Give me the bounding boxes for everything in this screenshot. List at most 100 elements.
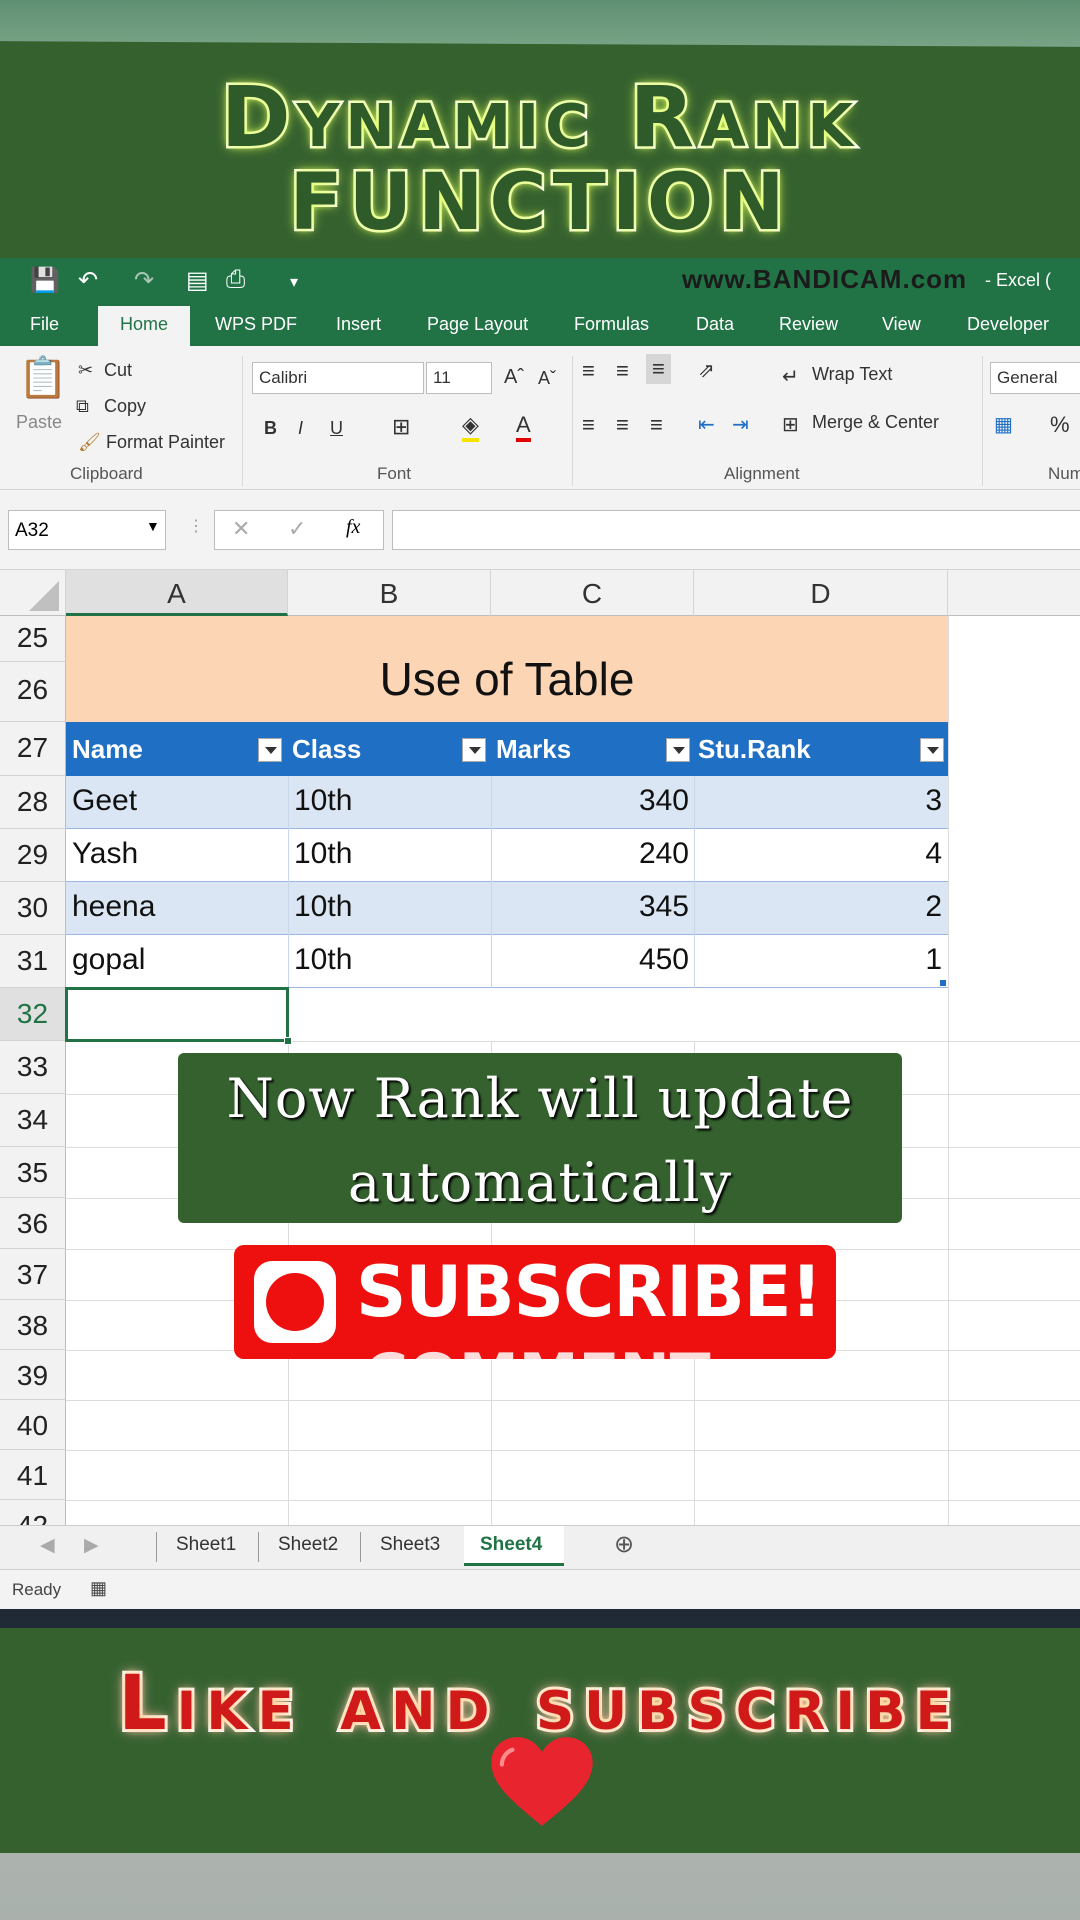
column-header-c[interactable]: C	[491, 570, 694, 616]
select-all-corner[interactable]	[0, 570, 66, 616]
cell-rank[interactable]: 2	[694, 882, 942, 924]
scroll-left-icon[interactable]: ◀	[40, 1534, 55, 1557]
cell-name[interactable]: heena	[72, 882, 155, 924]
merge-icon[interactable]: ⊞	[782, 412, 799, 437]
tab-page-layout[interactable]: Page Layout	[427, 314, 528, 335]
row-header[interactable]: 38	[0, 1300, 66, 1350]
row-header[interactable]: 37	[0, 1249, 66, 1300]
undo-icon[interactable]: ↶	[78, 266, 98, 295]
font-name-select[interactable]: Calibri	[252, 362, 424, 394]
row-header[interactable]: 41	[0, 1450, 66, 1500]
align-left-icon[interactable]: ≡	[582, 412, 595, 438]
row-header[interactable]: 28	[0, 776, 66, 829]
filter-dropdown-icon[interactable]	[258, 738, 282, 762]
sheet-tab-sheet2[interactable]: Sheet2	[278, 1534, 338, 1556]
sheet-tab-sheet3[interactable]: Sheet3	[380, 1534, 440, 1556]
decrease-font-icon[interactable]: Aˇ	[538, 368, 556, 389]
filter-dropdown-icon[interactable]	[666, 738, 690, 762]
font-size-select[interactable]: 11	[426, 362, 492, 394]
align-top-icon[interactable]: ≡	[582, 358, 595, 384]
underline-button[interactable]: U	[330, 418, 343, 439]
copy-icon[interactable]: ⧉	[76, 396, 89, 417]
tab-view[interactable]: View	[882, 314, 921, 335]
cell-name[interactable]: Geet	[72, 776, 137, 818]
row-header[interactable]: 33	[0, 1041, 66, 1094]
cell-class[interactable]: 10th	[294, 829, 352, 871]
scroll-right-icon[interactable]: ▶	[84, 1534, 99, 1557]
bold-button[interactable]: B	[264, 418, 277, 439]
column-header-e[interactable]: E	[948, 570, 1080, 616]
fill-color-icon[interactable]: ◈	[462, 412, 479, 442]
cell-name[interactable]: Yash	[72, 829, 138, 871]
filter-dropdown-icon[interactable]	[462, 738, 486, 762]
row-header[interactable]: 25	[0, 616, 66, 662]
cell-rank[interactable]: 1	[694, 935, 942, 977]
active-cell[interactable]	[65, 987, 289, 1042]
redo-icon[interactable]: ↷	[134, 266, 154, 295]
row-header[interactable]: 26	[0, 662, 66, 722]
row-header[interactable]: 29	[0, 829, 66, 882]
row-header[interactable]: 34	[0, 1094, 66, 1147]
header-name[interactable]: Name	[72, 722, 143, 765]
cell-rank[interactable]: 4	[694, 829, 942, 871]
paste-button[interactable]: Paste	[16, 412, 62, 433]
header-marks[interactable]: Marks	[496, 722, 571, 765]
cell-class[interactable]: 10th	[294, 882, 352, 924]
font-color-icon[interactable]: A	[516, 412, 531, 442]
cell-rank[interactable]: 3	[694, 776, 942, 818]
wrap-text-button[interactable]: Wrap Text	[812, 364, 892, 385]
row-header[interactable]: 27	[0, 722, 66, 776]
align-bottom-icon[interactable]: ≡	[646, 354, 671, 384]
decrease-indent-icon[interactable]: ⇤	[698, 412, 715, 437]
header-class[interactable]: Class	[292, 722, 361, 765]
copy-button[interactable]: Copy	[104, 396, 146, 417]
print-icon[interactable]: ⎙	[226, 266, 245, 294]
table-resize-handle[interactable]	[940, 980, 946, 986]
subscribe-sticker[interactable]: SUBSCRIBE! COMMENT	[234, 1245, 836, 1359]
row-header[interactable]: 39	[0, 1350, 66, 1400]
format-painter-icon[interactable]: 🖌	[78, 432, 101, 453]
percent-button[interactable]: %	[1050, 412, 1070, 438]
borders-icon[interactable]: ⊞	[392, 414, 410, 440]
row-header-selected[interactable]: 32	[0, 988, 66, 1041]
cell-class[interactable]: 10th	[294, 935, 352, 977]
row-header[interactable]: 40	[0, 1400, 66, 1450]
cell-marks[interactable]: 345	[491, 882, 689, 924]
cell-name[interactable]: gopal	[72, 935, 145, 977]
cell-marks[interactable]: 450	[491, 935, 689, 977]
tab-data[interactable]: Data	[696, 314, 734, 335]
add-sheet-icon[interactable]: ⊕	[614, 1530, 634, 1559]
format-painter-button[interactable]: Format Painter	[106, 432, 225, 453]
cell-marks[interactable]: 240	[491, 829, 689, 871]
orientation-icon[interactable]: ⇗	[698, 358, 715, 383]
name-box[interactable]: A32	[8, 510, 166, 550]
cancel-icon[interactable]: ✕	[232, 516, 250, 542]
row-header[interactable]: 31	[0, 935, 66, 988]
form-icon[interactable]: ▤	[186, 266, 209, 295]
paste-icon[interactable]: 📋	[18, 354, 68, 401]
align-right-icon[interactable]: ≡	[650, 412, 663, 438]
column-header-a[interactable]: A	[66, 570, 288, 616]
filter-dropdown-icon[interactable]	[920, 738, 944, 762]
table-title[interactable]: Use of Table	[66, 616, 948, 722]
row-header[interactable]: 36	[0, 1198, 66, 1249]
formula-input[interactable]	[392, 510, 1080, 550]
tab-formulas[interactable]: Formulas	[574, 314, 649, 335]
header-rank[interactable]: Stu.Rank	[698, 722, 811, 765]
save-icon[interactable]: 💾	[30, 266, 60, 295]
accounting-format-icon[interactable]: ▦	[994, 412, 1013, 437]
tab-home[interactable]: Home	[98, 306, 191, 346]
tab-insert[interactable]: Insert	[336, 314, 381, 335]
active-sheet-tab[interactable]: Sheet4	[464, 1526, 564, 1566]
align-center-icon[interactable]: ≡	[616, 412, 629, 438]
cell-marks[interactable]: 340	[491, 776, 689, 818]
increase-font-icon[interactable]: Aˆ	[504, 366, 524, 389]
row-header[interactable]: 30	[0, 882, 66, 935]
cell-class[interactable]: 10th	[294, 776, 352, 818]
name-box-dropdown-icon[interactable]: ▼	[146, 518, 160, 534]
cut-button[interactable]: Cut	[104, 360, 132, 381]
number-format-select[interactable]: General	[990, 362, 1080, 394]
column-header-b[interactable]: B	[288, 570, 491, 616]
enter-icon[interactable]: ✓	[288, 516, 306, 542]
tab-file[interactable]: File	[30, 314, 59, 335]
